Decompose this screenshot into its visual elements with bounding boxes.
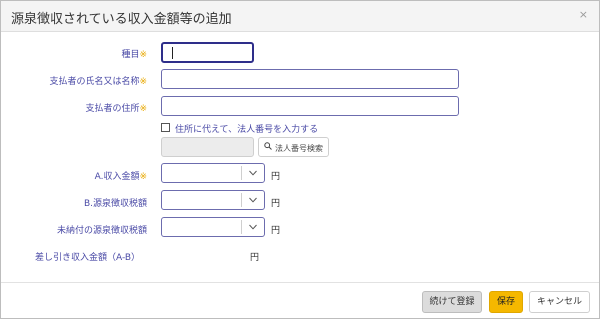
kind-label-text: 種目 xyxy=(121,50,140,60)
withholding-tax-unit: 円 xyxy=(271,199,281,209)
corp-number-input[interactable] xyxy=(161,137,254,157)
withholding-tax-label: B.源泉徴収税額 xyxy=(83,199,147,209)
dialog-title: 源泉徴収されている収入金額等の追加 xyxy=(11,12,232,27)
unpaid-withholding-label: 未納付の源泉徴収税額 xyxy=(56,226,147,236)
footer-divider xyxy=(1,282,599,283)
payer-name-label: 支払者の氏名又は名称※ xyxy=(49,74,147,87)
search-icon xyxy=(264,142,272,150)
cancel-button[interactable]: キャンセル xyxy=(529,291,590,313)
combo-divider xyxy=(241,193,242,207)
corp-search-label: 法人番号検索 xyxy=(275,144,323,153)
close-icon[interactable]: × xyxy=(579,8,588,21)
income-amount-unit: 円 xyxy=(271,172,281,182)
chevron-down-icon[interactable] xyxy=(249,224,257,230)
chevron-down-icon[interactable] xyxy=(249,197,257,203)
required-mark: ※ xyxy=(139,50,147,60)
required-mark: ※ xyxy=(139,104,147,114)
continue-register-button[interactable]: 続けて登録 xyxy=(422,291,482,313)
income-amount-label: A.収入金額※ xyxy=(95,169,147,182)
add-income-dialog: 源泉徴収されている収入金額等の追加 × 種目※ 支払者の氏名又は名称※ 支払者の… xyxy=(0,0,600,319)
unpaid-withholding-unit: 円 xyxy=(271,226,281,236)
kind-label: 種目※ xyxy=(121,47,147,60)
required-mark: ※ xyxy=(139,77,147,87)
save-button[interactable]: 保存 xyxy=(489,291,523,313)
payer-name-input[interactable] xyxy=(161,69,459,89)
corp-search-button[interactable]: 法人番号検索 xyxy=(258,137,329,157)
payer-address-label: 支払者の住所※ xyxy=(85,101,147,114)
net-income-label: 差し引き収入金額（A-B） xyxy=(35,253,141,263)
required-mark: ※ xyxy=(139,172,147,182)
combo-divider xyxy=(241,220,242,234)
kind-input[interactable] xyxy=(161,42,254,63)
payer-name-label-text: 支払者の氏名又は名称 xyxy=(49,77,140,87)
withholding-tax-combo[interactable] xyxy=(161,190,265,210)
income-amount-label-text: A.収入金額 xyxy=(94,172,140,182)
income-amount-combo[interactable] xyxy=(161,163,265,183)
corp-number-option-label: 住所に代えて、法人番号を入力する xyxy=(175,125,319,135)
combo-divider xyxy=(241,166,242,180)
net-income-unit: 円 xyxy=(250,253,260,263)
text-caret xyxy=(172,47,173,59)
unpaid-withholding-combo[interactable] xyxy=(161,217,265,237)
corp-number-checkbox[interactable] xyxy=(161,123,170,132)
dialog-header: 源泉徴収されている収入金額等の追加 × xyxy=(1,1,599,32)
payer-address-label-text: 支払者の住所 xyxy=(85,104,140,114)
payer-address-input[interactable] xyxy=(161,96,459,116)
chevron-down-icon[interactable] xyxy=(249,170,257,176)
